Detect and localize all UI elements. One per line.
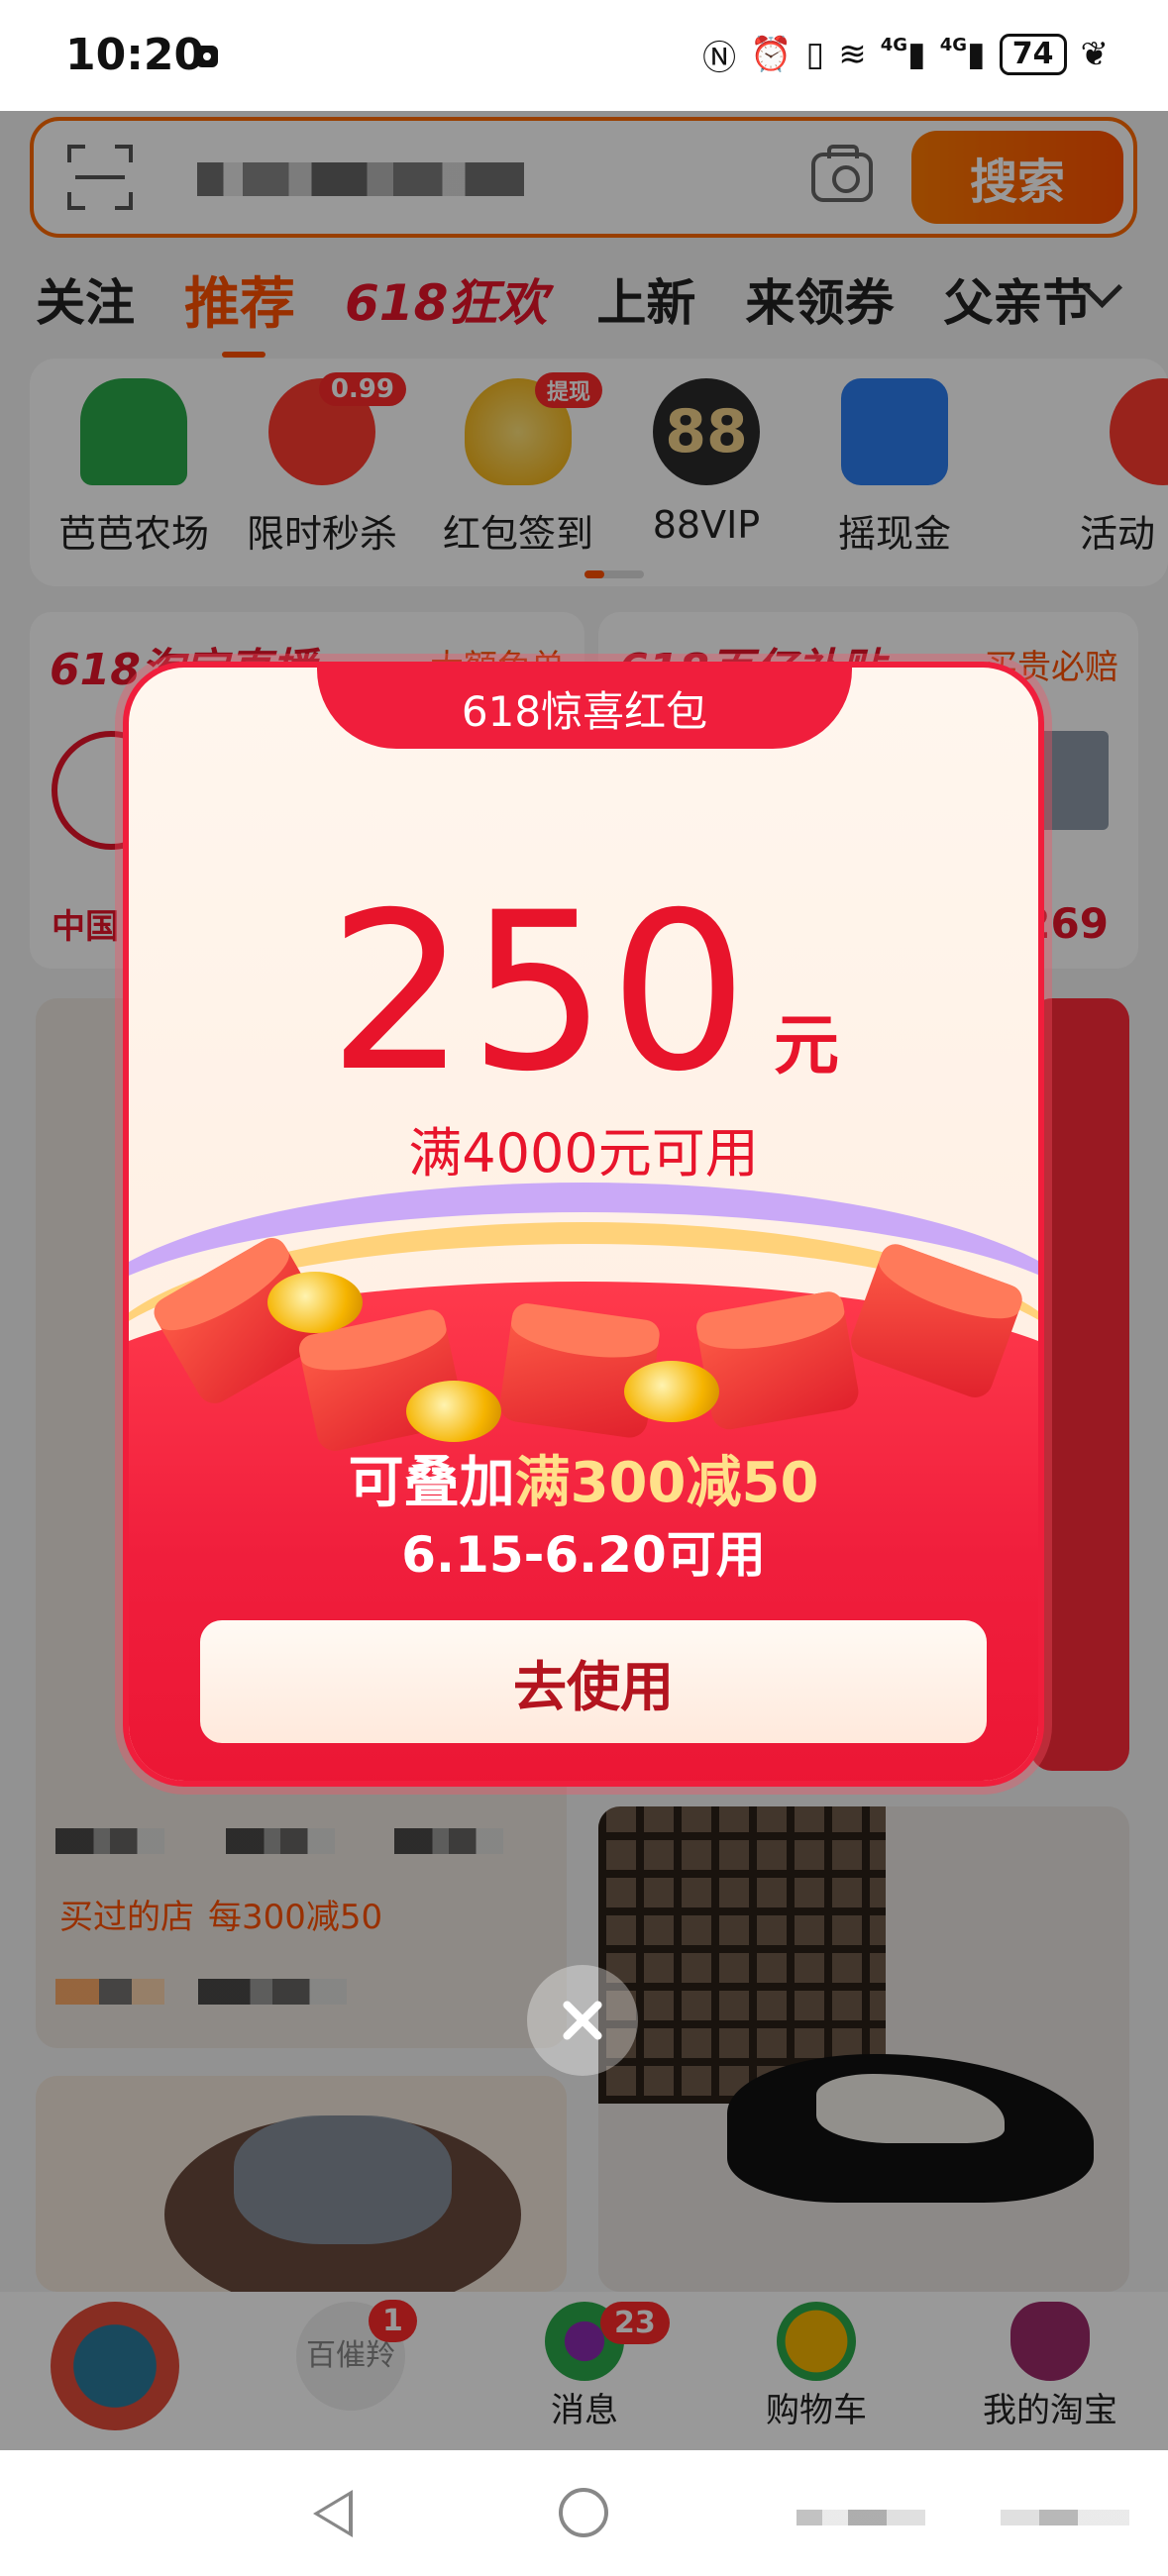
coupon-amount: 250 元 [129, 866, 1038, 1119]
gold-coin-icon [406, 1381, 501, 1442]
clock: 10:20 [65, 30, 205, 80]
signal-icon: 4G▮ [880, 35, 926, 74]
use-coupon-button[interactable]: 去使用 [200, 1620, 987, 1743]
home-icon[interactable] [559, 2488, 608, 2537]
alarm-icon: ⏰ [750, 35, 793, 74]
close-icon[interactable] [527, 1965, 638, 2076]
vibrate-icon: ▯ [805, 35, 825, 74]
notification-icon [196, 46, 218, 67]
popup-title: 618惊喜红包 [317, 668, 852, 749]
gold-coin-icon [624, 1361, 719, 1422]
valid-dates: 6.15-6.20可用 [401, 1526, 766, 1584]
stack-offer: 可叠加满300减50 [348, 1451, 819, 1515]
nfc-icon: Ⓝ [702, 38, 737, 78]
usage-condition: 满4000元可用 [408, 1122, 759, 1185]
amount-value: 250 [328, 866, 750, 1119]
amount-unit: 元 [773, 1007, 839, 1083]
status-icons: Ⓝ ⏰ ▯ ≋ 4G▮ 4G▮ 74 ❦ [702, 30, 1109, 79]
signal-icon-2: 4G▮ [939, 35, 986, 74]
leaf-icon: ❦ [1080, 35, 1110, 74]
battery-icon: 74 [999, 34, 1067, 75]
wifi-icon: ≋ [838, 35, 867, 74]
red-envelope-icon [693, 1288, 862, 1433]
gold-coin-icon [267, 1272, 363, 1333]
status-bar: 10:20 Ⓝ ⏰ ▯ ≋ 4G▮ 4G▮ 74 ❦ [0, 0, 1168, 111]
red-packet-popup: 618惊喜红包 250 元 满4000元可用 可叠加满300减50 6.15-6.… [123, 662, 1044, 1787]
system-nav-bar [0, 2450, 1168, 2576]
back-icon[interactable] [313, 2490, 353, 2537]
